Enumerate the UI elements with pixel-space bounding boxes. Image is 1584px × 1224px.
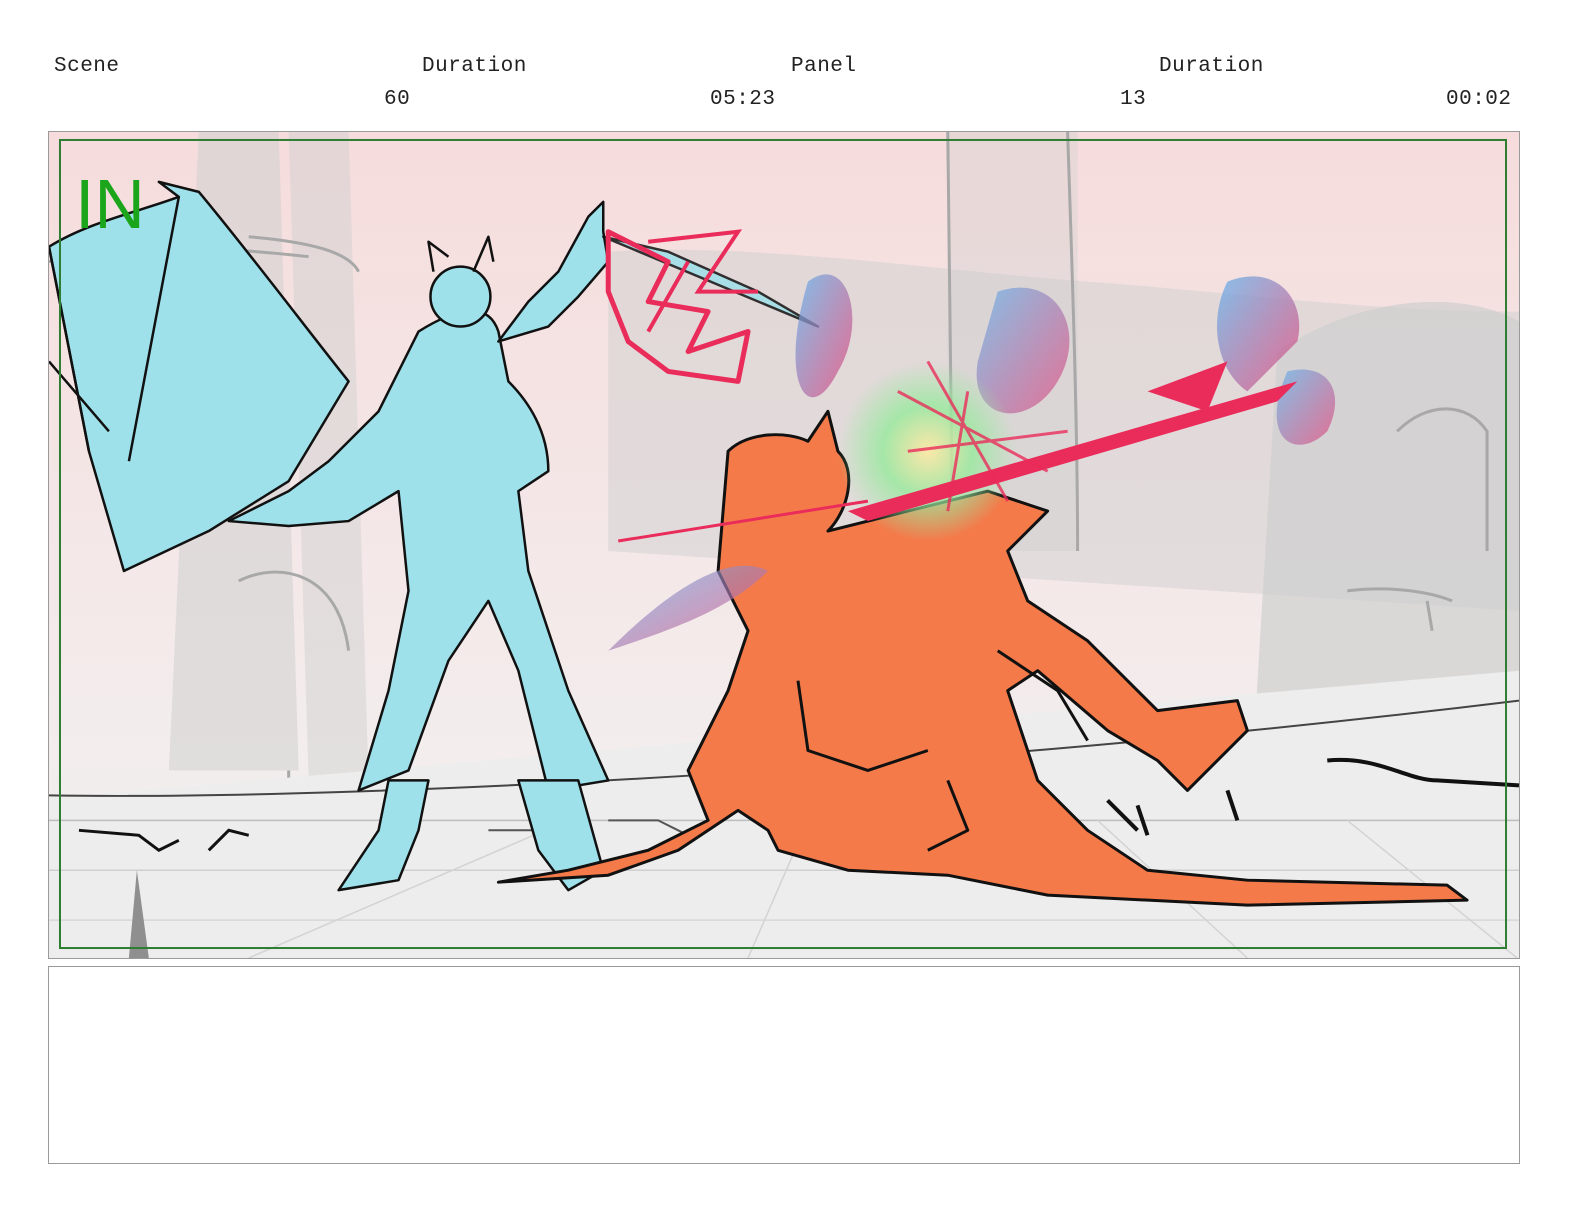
- scene-value: 60: [384, 88, 411, 111]
- panel-artwork: IN: [49, 132, 1519, 958]
- scene-label: Scene: [54, 55, 120, 78]
- scene-duration-value: 05:23: [710, 88, 776, 111]
- scene-duration-label: Duration: [422, 55, 527, 78]
- panel-duration-label: Duration: [1159, 55, 1264, 78]
- panel-notes-box: [48, 966, 1520, 1164]
- panel-value: 13: [1120, 88, 1147, 111]
- in-marker: IN: [75, 165, 145, 243]
- panel-label: Panel: [791, 55, 857, 78]
- panel-duration-value: 00:02: [1446, 88, 1512, 111]
- storyboard-panel: IN: [48, 131, 1520, 959]
